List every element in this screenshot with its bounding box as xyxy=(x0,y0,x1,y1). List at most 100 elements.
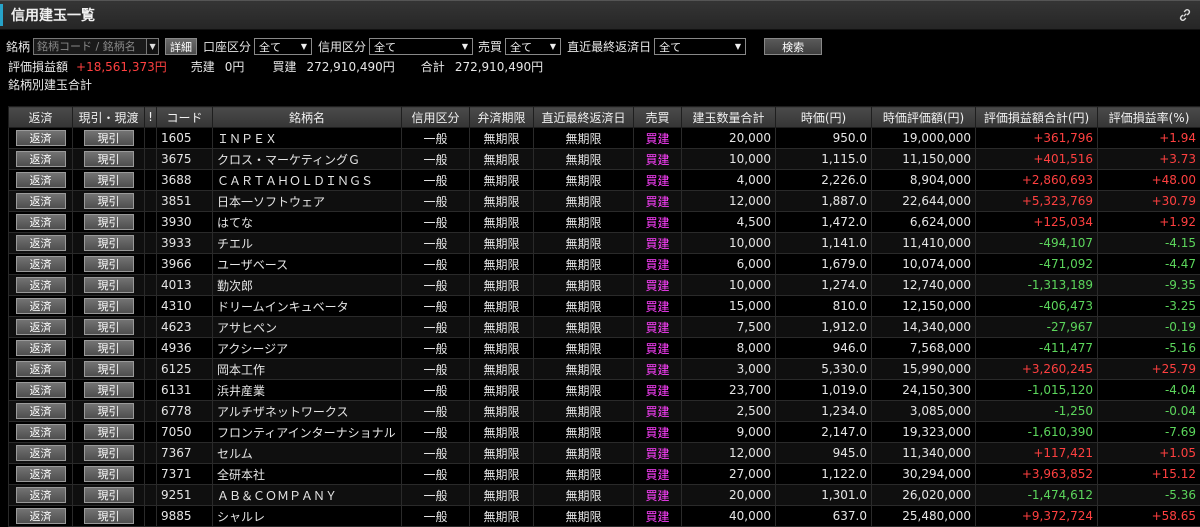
name-cell[interactable]: アルチザネットワークス xyxy=(213,401,402,422)
col-header-genbiki[interactable]: 現引・現渡 xyxy=(73,107,145,128)
repay-button[interactable]: 返済 xyxy=(16,403,66,419)
repay-button[interactable]: 返済 xyxy=(16,487,66,503)
name-cell[interactable]: 全研本社 xyxy=(213,464,402,485)
table-row[interactable]: 返済現引9251ＡＢ＆ＣＯＭＰＡＮＹ一般無期限無期限買建20,0001,301.… xyxy=(9,485,1200,506)
genbiki-button[interactable]: 現引 xyxy=(84,382,134,398)
genbiki-button[interactable]: 現引 xyxy=(84,151,134,167)
credit-select[interactable]: 全て ▼ xyxy=(369,38,473,55)
col-header-name[interactable]: 銘柄名 xyxy=(213,107,402,128)
genbiki-button[interactable]: 現引 xyxy=(84,508,134,524)
table-row[interactable]: 返済現引4623アサヒペン一般無期限無期限買建7,5001,912.014,34… xyxy=(9,317,1200,338)
genbiki-button[interactable]: 現引 xyxy=(84,403,134,419)
col-header-value[interactable]: 時価評価額(円) xyxy=(872,107,976,128)
meigara-dropdown-icon[interactable]: ▼ xyxy=(147,38,159,55)
repay-button[interactable]: 返済 xyxy=(16,382,66,398)
genbiki-button[interactable]: 現引 xyxy=(84,445,134,461)
table-row[interactable]: 返済現引7050フロンティアインターナショナル一般無期限無期限買建9,0002,… xyxy=(9,422,1200,443)
name-cell[interactable]: ＡＢ＆ＣＯＭＰＡＮＹ xyxy=(213,485,402,506)
table-row[interactable]: 返済現引3933チエル一般無期限無期限買建10,0001,141.011,410… xyxy=(9,233,1200,254)
genbiki-button[interactable]: 現引 xyxy=(84,214,134,230)
name-cell[interactable]: フロンティアインターナショナル xyxy=(213,422,402,443)
genbiki-button[interactable]: 現引 xyxy=(84,256,134,272)
repay-button[interactable]: 返済 xyxy=(16,319,66,335)
repay-button[interactable]: 返済 xyxy=(16,130,66,146)
col-header-code[interactable]: コード xyxy=(157,107,213,128)
name-cell[interactable]: はてな xyxy=(213,212,402,233)
table-row[interactable]: 返済現引6131浜井産業一般無期限無期限買建23,7001,019.024,15… xyxy=(9,380,1200,401)
table-row[interactable]: 返済現引4013勤次郎一般無期限無期限買建10,0001,274.012,740… xyxy=(9,275,1200,296)
name-cell[interactable]: 勤次郎 xyxy=(213,275,402,296)
account-select[interactable]: 全て ▼ xyxy=(254,38,312,55)
repay-button[interactable]: 返済 xyxy=(16,151,66,167)
table-row[interactable]: 返済現引3930はてな一般無期限無期限買建4,5001,472.06,624,0… xyxy=(9,212,1200,233)
table-row[interactable]: 返済現引6125岡本工作一般無期限無期限買建3,0005,330.015,990… xyxy=(9,359,1200,380)
col-header-kubun[interactable]: 信用区分 xyxy=(402,107,470,128)
table-row[interactable]: 返済現引7371全研本社一般無期限無期限買建27,0001,122.030,29… xyxy=(9,464,1200,485)
repay-button[interactable]: 返済 xyxy=(16,235,66,251)
name-cell[interactable]: クロス・マーケティングＧ xyxy=(213,149,402,170)
table-row[interactable]: 返済現引6778アルチザネットワークス一般無期限無期限買建2,5001,234.… xyxy=(9,401,1200,422)
repay-button[interactable]: 返済 xyxy=(16,214,66,230)
detail-button[interactable]: 詳細 xyxy=(165,38,197,55)
table-row[interactable]: 返済現引4310ドリームインキュベータ一般無期限無期限買建15,000810.0… xyxy=(9,296,1200,317)
search-button[interactable]: 検索 xyxy=(764,38,822,55)
link-icon[interactable] xyxy=(1178,8,1192,22)
col-header-qty[interactable]: 建玉数量合計 xyxy=(682,107,776,128)
col-header-side[interactable]: 売買 xyxy=(634,107,682,128)
table-row[interactable]: 返済現引3851日本一ソフトウェア一般無期限無期限買建12,0001,887.0… xyxy=(9,191,1200,212)
col-header-price[interactable]: 時価(円) xyxy=(776,107,872,128)
genbiki-button[interactable]: 現引 xyxy=(84,466,134,482)
repay-button[interactable]: 返済 xyxy=(16,193,66,209)
name-cell[interactable]: ドリームインキュベータ xyxy=(213,296,402,317)
table-row[interactable]: 返済現引7367セルム一般無期限無期限買建12,000945.011,340,0… xyxy=(9,443,1200,464)
col-header-due[interactable]: 直近最終返済日 xyxy=(534,107,634,128)
genbiki-button[interactable]: 現引 xyxy=(84,130,134,146)
repay-button[interactable]: 返済 xyxy=(16,340,66,356)
name-cell[interactable]: ＩＮＰＥＸ xyxy=(213,128,402,149)
repay-button[interactable]: 返済 xyxy=(16,466,66,482)
repay-button[interactable]: 返済 xyxy=(16,298,66,314)
name-cell[interactable]: ユーザベース xyxy=(213,254,402,275)
table-row[interactable]: 返済現引9885シャルレ一般無期限無期限買建40,000637.025,480,… xyxy=(9,506,1200,527)
table-row[interactable]: 返済現引3966ユーザベース一般無期限無期限買建6,0001,679.010,0… xyxy=(9,254,1200,275)
col-header-alert[interactable]: ! xyxy=(145,107,157,128)
repay-button[interactable]: 返済 xyxy=(16,256,66,272)
repay-button[interactable]: 返済 xyxy=(16,508,66,524)
repay-button[interactable]: 返済 xyxy=(16,424,66,440)
genbiki-button[interactable]: 現引 xyxy=(84,193,134,209)
repay-button[interactable]: 返済 xyxy=(16,172,66,188)
name-cell[interactable]: セルム xyxy=(213,443,402,464)
name-cell[interactable]: アサヒペン xyxy=(213,317,402,338)
table-row[interactable]: 返済現引3675クロス・マーケティングＧ一般無期限無期限買建10,0001,11… xyxy=(9,149,1200,170)
meigara-search-input[interactable] xyxy=(33,38,147,55)
genbiki-button[interactable]: 現引 xyxy=(84,361,134,377)
name-cell[interactable]: シャルレ xyxy=(213,506,402,527)
genbiki-button[interactable]: 現引 xyxy=(84,487,134,503)
name-cell[interactable]: 日本一ソフトウェア xyxy=(213,191,402,212)
repay-button[interactable]: 返済 xyxy=(16,445,66,461)
name-cell[interactable]: 浜井産業 xyxy=(213,380,402,401)
kubun-cell: 一般 xyxy=(402,317,470,338)
table-row[interactable]: 返済現引4936アクシージア一般無期限無期限買建8,000946.07,568,… xyxy=(9,338,1200,359)
col-header-pl[interactable]: 評価損益額合計(円) xyxy=(976,107,1098,128)
table-row[interactable]: 返済現引1605ＩＮＰＥＸ一般無期限無期限買建20,000950.019,000… xyxy=(9,128,1200,149)
col-header-rate[interactable]: 評価損益率(%) xyxy=(1098,107,1200,128)
repay-button[interactable]: 返済 xyxy=(16,277,66,293)
col-header-kigen[interactable]: 弁済期限 xyxy=(470,107,534,128)
repay-button[interactable]: 返済 xyxy=(16,361,66,377)
trade-select[interactable]: 全て ▼ xyxy=(505,38,561,55)
genbiki-button[interactable]: 現引 xyxy=(84,277,134,293)
col-header-repay[interactable]: 返済 xyxy=(9,107,73,128)
name-cell[interactable]: ＣＡＲＴＡＨＯＬＤＩＮＧＳ xyxy=(213,170,402,191)
genbiki-button[interactable]: 現引 xyxy=(84,172,134,188)
name-cell[interactable]: チエル xyxy=(213,233,402,254)
genbiki-button[interactable]: 現引 xyxy=(84,235,134,251)
name-cell[interactable]: アクシージア xyxy=(213,338,402,359)
genbiki-button[interactable]: 現引 xyxy=(84,298,134,314)
genbiki-button[interactable]: 現引 xyxy=(84,340,134,356)
due-select[interactable]: 全て ▼ xyxy=(654,38,746,55)
table-row[interactable]: 返済現引3688ＣＡＲＴＡＨＯＬＤＩＮＧＳ一般無期限無期限買建4,0002,22… xyxy=(9,170,1200,191)
genbiki-button[interactable]: 現引 xyxy=(84,319,134,335)
genbiki-button[interactable]: 現引 xyxy=(84,424,134,440)
name-cell[interactable]: 岡本工作 xyxy=(213,359,402,380)
